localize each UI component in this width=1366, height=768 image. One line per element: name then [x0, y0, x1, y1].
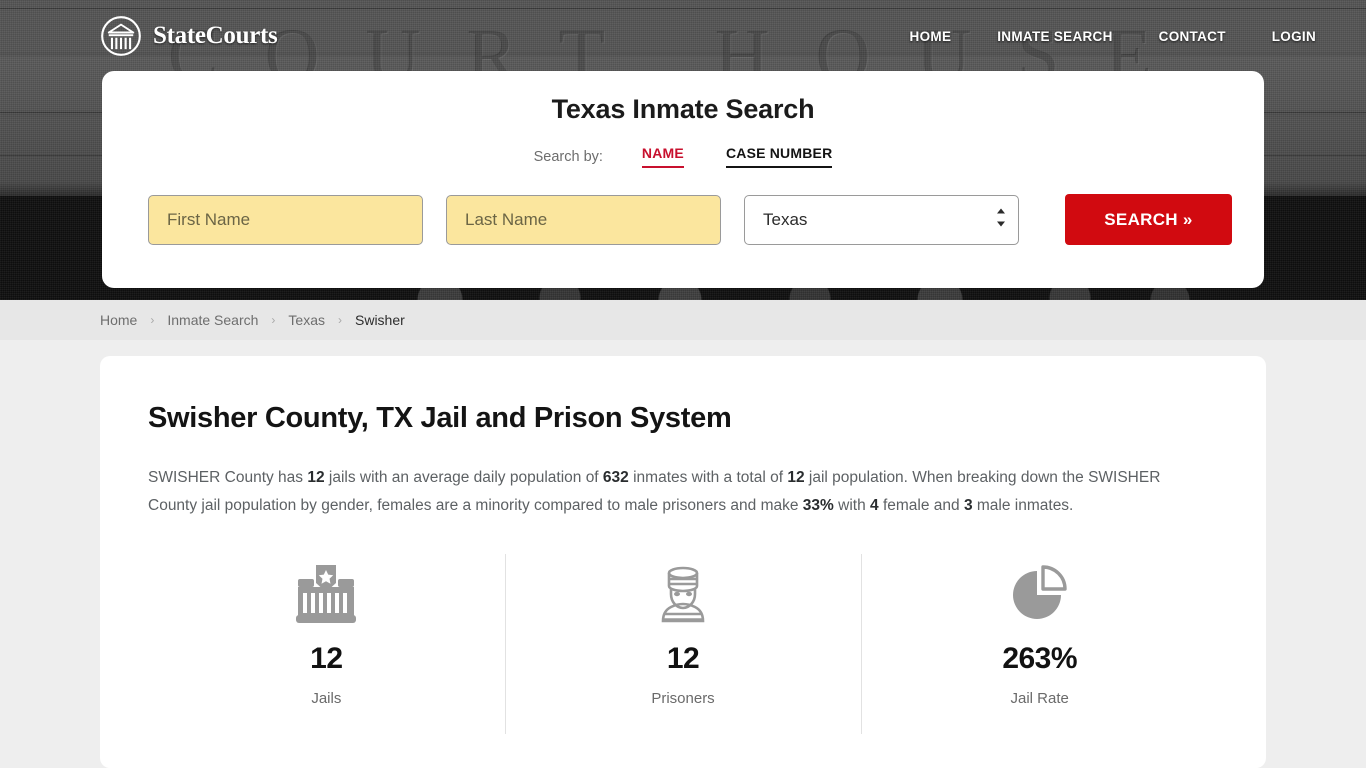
summary-female-percent: 33% — [802, 497, 834, 514]
last-name-input[interactable] — [446, 194, 721, 245]
tab-search-by-case-number[interactable]: CASE NUMBER — [725, 145, 833, 168]
breadcrumb-separator-icon: › — [150, 313, 155, 327]
summary-text: jails with an average daily population o… — [324, 469, 603, 486]
stat-jails-label: Jails — [311, 690, 342, 707]
stat-prisoners: 12 Prisoners — [504, 554, 862, 734]
search-form: Texas SEARCH » — [102, 194, 1264, 245]
double-chevron-right-icon: » — [1182, 209, 1193, 229]
nav-item-home[interactable]: HOME — [887, 23, 975, 50]
stats-row: 12 Jails 12 Prisoners 263% Jail Rate — [148, 554, 1218, 734]
stat-jails: 12 Jails — [148, 554, 505, 733]
search-button-label: SEARCH — [1104, 209, 1178, 229]
county-content-card: Swisher County, TX Jail and Prison Syste… — [100, 356, 1266, 768]
inmate-search-card: Texas Inmate Search Search by: NAME CASE… — [102, 71, 1264, 288]
stat-jail-rate: 263% Jail Rate — [861, 554, 1218, 734]
breadcrumb-item-swisher: Swisher — [355, 312, 405, 328]
search-button[interactable]: SEARCH » — [1065, 194, 1232, 245]
state-select-wrapper: Texas — [744, 194, 1019, 245]
breadcrumb-item-texas[interactable]: Texas — [288, 312, 325, 328]
first-name-input[interactable] — [148, 194, 423, 245]
stat-jail-rate-label: Jail Rate — [1010, 690, 1069, 707]
brand-name: StateCourts — [153, 22, 278, 49]
courthouse-circle-logo-icon — [100, 15, 142, 57]
breadcrumb-item-home[interactable]: Home — [100, 312, 137, 328]
nav-item-login[interactable]: LOGIN — [1249, 23, 1346, 50]
search-card-title: Texas Inmate Search — [551, 94, 815, 124]
nav-item-inmate-search[interactable]: INMATE SEARCH — [974, 23, 1135, 50]
search-by-label: Search by: — [533, 149, 603, 165]
breadcrumb-item-inmate-search[interactable]: Inmate Search — [167, 312, 258, 328]
breadcrumb: Home › Inmate Search › Texas › Swisher — [0, 300, 1366, 340]
prisoner-icon — [505, 562, 862, 626]
stat-prisoners-value: 12 — [666, 642, 700, 675]
breadcrumb-separator-icon: › — [338, 313, 342, 327]
summary-jails-count: 12 — [307, 469, 325, 486]
state-select[interactable]: Texas — [744, 194, 1019, 245]
stat-prisoners-label: Prisoners — [651, 690, 715, 707]
summary-female-count: 4 — [870, 497, 879, 514]
jail-building-icon — [148, 562, 505, 626]
summary-total-jail-population: 12 — [787, 469, 805, 486]
county-summary-paragraph: SWISHER County has 12 jails with an aver… — [148, 464, 1213, 520]
summary-text: SWISHER County has — [148, 469, 308, 486]
main-nav: HOME INMATE SEARCH CONTACT LOGIN — [887, 23, 1346, 50]
summary-text: male inmates. — [972, 497, 1074, 514]
summary-avg-daily-population: 632 — [602, 469, 629, 486]
brand-logo-link[interactable]: StateCourts — [100, 15, 278, 57]
hero-banner: COURT HOUSE StateCourts HOME INMATE SEAR… — [0, 0, 1366, 300]
tab-search-by-name[interactable]: NAME — [641, 145, 684, 168]
nav-item-contact[interactable]: CONTACT — [1136, 23, 1249, 50]
summary-text: female and — [878, 497, 964, 514]
summary-text: with — [833, 497, 871, 514]
summary-male-count: 3 — [963, 497, 973, 514]
navbar: StateCourts HOME INMATE SEARCH CONTACT L… — [0, 0, 1366, 72]
pie-chart-icon — [861, 562, 1218, 626]
search-by-row: Search by: NAME CASE NUMBER — [102, 145, 1264, 168]
page-title: Swisher County, TX Jail and Prison Syste… — [148, 402, 732, 434]
breadcrumb-separator-icon: › — [271, 313, 276, 327]
stat-jails-value: 12 — [310, 642, 343, 675]
stat-jail-rate-value: 263% — [1002, 642, 1078, 675]
summary-text: inmates with a total of — [628, 469, 788, 486]
